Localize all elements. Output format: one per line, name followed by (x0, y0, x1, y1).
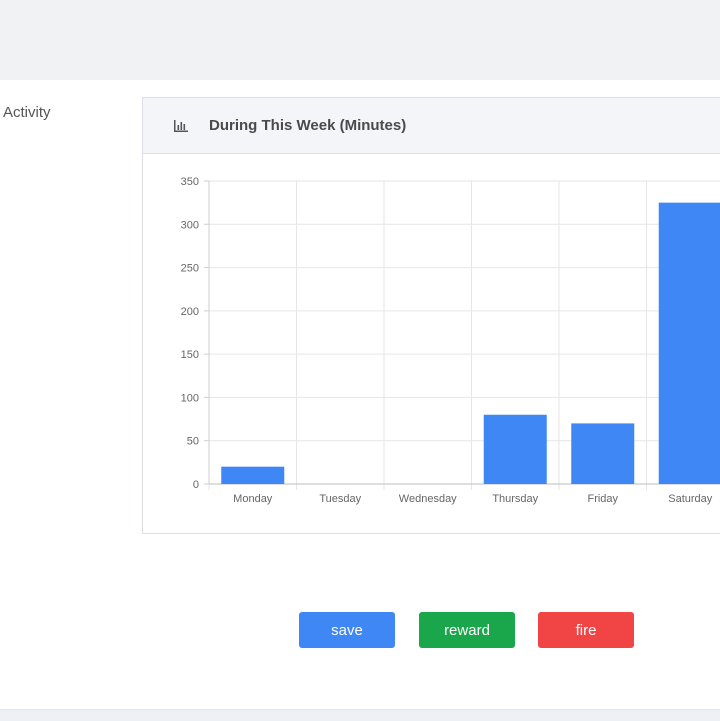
x-tick-label: Tuesday (319, 493, 361, 505)
save-button[interactable]: save (299, 612, 395, 648)
y-tick-label: 300 (181, 219, 199, 231)
bar-monday (221, 466, 285, 484)
y-tick-label: 200 (181, 306, 199, 318)
y-tick-label: 250 (181, 263, 199, 275)
x-tick-label: Monday (233, 493, 273, 505)
bar-saturday (658, 202, 720, 484)
y-tick-label: 150 (181, 349, 199, 361)
reward-button[interactable]: reward (419, 612, 515, 648)
fire-button[interactable]: fire (538, 612, 634, 648)
y-tick-label: 100 (181, 392, 199, 404)
bottom-band (0, 709, 720, 721)
y-tick-label: 0 (193, 479, 199, 491)
x-tick-label: Thursday (492, 493, 538, 505)
bar-friday (571, 423, 635, 484)
x-tick-label: Saturday (668, 493, 713, 505)
bar-thursday (483, 414, 547, 484)
x-tick-label: Wednesday (399, 493, 457, 505)
y-tick-label: 50 (187, 436, 199, 448)
y-tick-label: 350 (181, 176, 199, 188)
x-tick-label: Friday (587, 493, 618, 505)
